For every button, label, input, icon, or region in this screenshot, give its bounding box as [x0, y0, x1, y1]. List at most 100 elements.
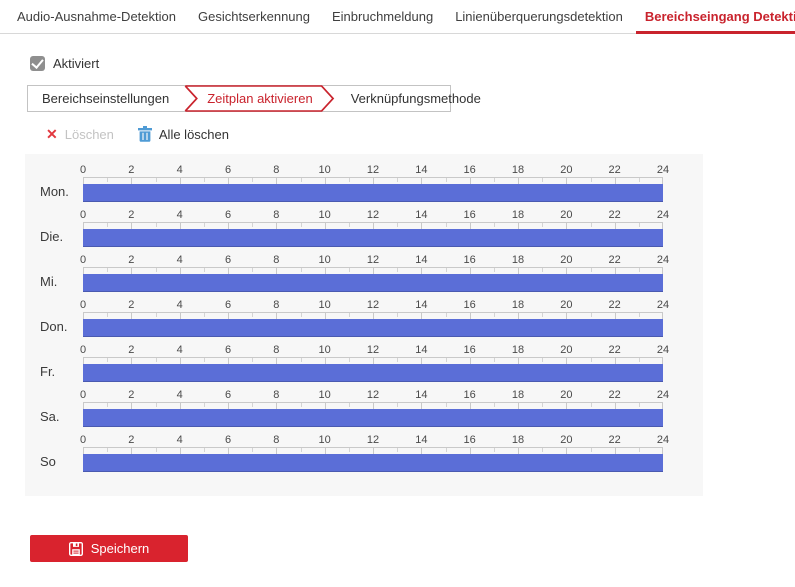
- delete-all-label: Alle löschen: [159, 127, 229, 142]
- save-button[interactable]: Speichern: [30, 535, 188, 562]
- hour-tick-label: 20: [560, 344, 572, 356]
- schedule-panel: Mon. 024681012141618202224 Die. 02468101…: [25, 154, 703, 496]
- hour-tick-label: 20: [560, 434, 572, 446]
- hour-tick-label: 16: [464, 299, 476, 311]
- tab-einbruchmeldung[interactable]: Einbruchmeldung: [321, 0, 444, 33]
- x-icon: ✕: [46, 127, 58, 141]
- hour-tick-label: 24: [657, 344, 669, 356]
- schedule-row: So 024681012141618202224: [25, 434, 703, 479]
- hour-tick-label: 22: [609, 209, 621, 221]
- hour-tick-label: 10: [319, 209, 331, 221]
- hour-tick-label: 6: [225, 299, 231, 311]
- hour-numbers: 024681012141618202224: [83, 434, 663, 447]
- hour-tick-label: 12: [367, 254, 379, 266]
- timeline[interactable]: 024681012141618202224: [83, 344, 663, 389]
- bar-track[interactable]: [83, 184, 663, 202]
- schedule-bar[interactable]: [83, 319, 663, 337]
- schedule-row: Die. 024681012141618202224: [25, 209, 703, 254]
- bar-track[interactable]: [83, 454, 663, 472]
- day-label: Don.: [25, 299, 83, 344]
- hour-tick-label: 8: [273, 164, 279, 176]
- hour-numbers: 024681012141618202224: [83, 164, 663, 177]
- tab-bereichseingang-detektion[interactable]: Bereichseingang Detektion: [634, 0, 795, 33]
- tab-audio-ausnahme-detektion[interactable]: Audio-Ausnahme-Detektion: [6, 0, 187, 33]
- trash-icon: [138, 126, 152, 142]
- timeline[interactable]: 024681012141618202224: [83, 209, 663, 254]
- enable-checkbox[interactable]: [30, 56, 45, 71]
- schedule-bar[interactable]: [83, 274, 663, 292]
- bar-track[interactable]: [83, 274, 663, 292]
- bar-track[interactable]: [83, 409, 663, 427]
- hour-ruler: [83, 357, 663, 364]
- hour-tick-label: 24: [657, 164, 669, 176]
- save-icon: [69, 542, 83, 556]
- subtab-bereichseinstellungen[interactable]: Bereichseinstellungen: [28, 91, 183, 106]
- hour-tick-label: 14: [415, 344, 427, 356]
- schedule-bar[interactable]: [83, 184, 663, 202]
- hour-tick-label: 6: [225, 344, 231, 356]
- hour-tick-label: 0: [80, 389, 86, 401]
- schedule-bar[interactable]: [83, 454, 663, 472]
- delete-button[interactable]: ✕ Löschen: [46, 127, 114, 142]
- hour-tick-label: 0: [80, 209, 86, 221]
- hour-tick-label: 16: [464, 344, 476, 356]
- tab-gesichtserkennung[interactable]: Gesichtserkennung: [187, 0, 321, 33]
- hour-tick-label: 12: [367, 344, 379, 356]
- subtab-verknuepfungsmethode[interactable]: Verknüpfungsmethode: [337, 91, 495, 106]
- hour-tick-label: 6: [225, 209, 231, 221]
- bar-track[interactable]: [83, 319, 663, 337]
- bar-track[interactable]: [83, 364, 663, 382]
- hour-tick-label: 4: [177, 434, 183, 446]
- delete-all-button[interactable]: Alle löschen: [138, 126, 229, 142]
- hour-tick-label: 6: [225, 434, 231, 446]
- hour-tick-label: 22: [609, 389, 621, 401]
- hour-tick-label: 22: [609, 299, 621, 311]
- hour-tick-label: 10: [319, 254, 331, 266]
- hour-tick-label: 8: [273, 209, 279, 221]
- schedule-bar[interactable]: [83, 364, 663, 382]
- hour-tick-label: 18: [512, 389, 524, 401]
- hour-tick-label: 12: [367, 164, 379, 176]
- schedule-bar[interactable]: [83, 409, 663, 427]
- day-label: So: [25, 434, 83, 479]
- hour-tick-label: 18: [512, 434, 524, 446]
- hour-numbers: 024681012141618202224: [83, 209, 663, 222]
- timeline[interactable]: 024681012141618202224: [83, 299, 663, 344]
- day-label: Die.: [25, 209, 83, 254]
- hour-tick-label: 24: [657, 254, 669, 266]
- hour-tick-label: 4: [177, 164, 183, 176]
- hour-tick-label: 14: [415, 164, 427, 176]
- subtab-zeitplan-aktivieren[interactable]: Zeitplan aktivieren: [183, 85, 337, 112]
- hour-tick-label: 14: [415, 254, 427, 266]
- bar-track[interactable]: [83, 229, 663, 247]
- hour-tick-label: 0: [80, 344, 86, 356]
- hour-tick-label: 20: [560, 389, 572, 401]
- hour-tick-label: 6: [225, 254, 231, 266]
- hour-tick-label: 6: [225, 164, 231, 176]
- hour-tick-label: 0: [80, 434, 86, 446]
- hour-tick-label: 10: [319, 434, 331, 446]
- timeline[interactable]: 024681012141618202224: [83, 389, 663, 434]
- hour-tick-label: 12: [367, 434, 379, 446]
- hour-tick-label: 20: [560, 209, 572, 221]
- hour-tick-label: 24: [657, 299, 669, 311]
- hour-ruler: [83, 447, 663, 454]
- hour-tick-label: 16: [464, 164, 476, 176]
- schedule-bar[interactable]: [83, 229, 663, 247]
- hour-tick-label: 10: [319, 344, 331, 356]
- hour-tick-label: 4: [177, 254, 183, 266]
- timeline[interactable]: 024681012141618202224: [83, 254, 663, 299]
- subtab-label: Zeitplan aktivieren: [207, 91, 313, 106]
- hour-tick-label: 0: [80, 254, 86, 266]
- schedule-row: Fr. 024681012141618202224: [25, 344, 703, 389]
- hour-tick-label: 12: [367, 209, 379, 221]
- hour-numbers: 024681012141618202224: [83, 344, 663, 357]
- timeline[interactable]: 024681012141618202224: [83, 164, 663, 209]
- timeline[interactable]: 024681012141618202224: [83, 434, 663, 479]
- tab-linienueberquerungsdetektion[interactable]: Linienüberquerungsdetektion: [444, 0, 634, 33]
- hour-ruler: [83, 402, 663, 409]
- hour-tick-label: 10: [319, 389, 331, 401]
- enable-row: Aktiviert: [30, 55, 795, 71]
- hour-tick-label: 2: [128, 164, 134, 176]
- hour-tick-label: 4: [177, 209, 183, 221]
